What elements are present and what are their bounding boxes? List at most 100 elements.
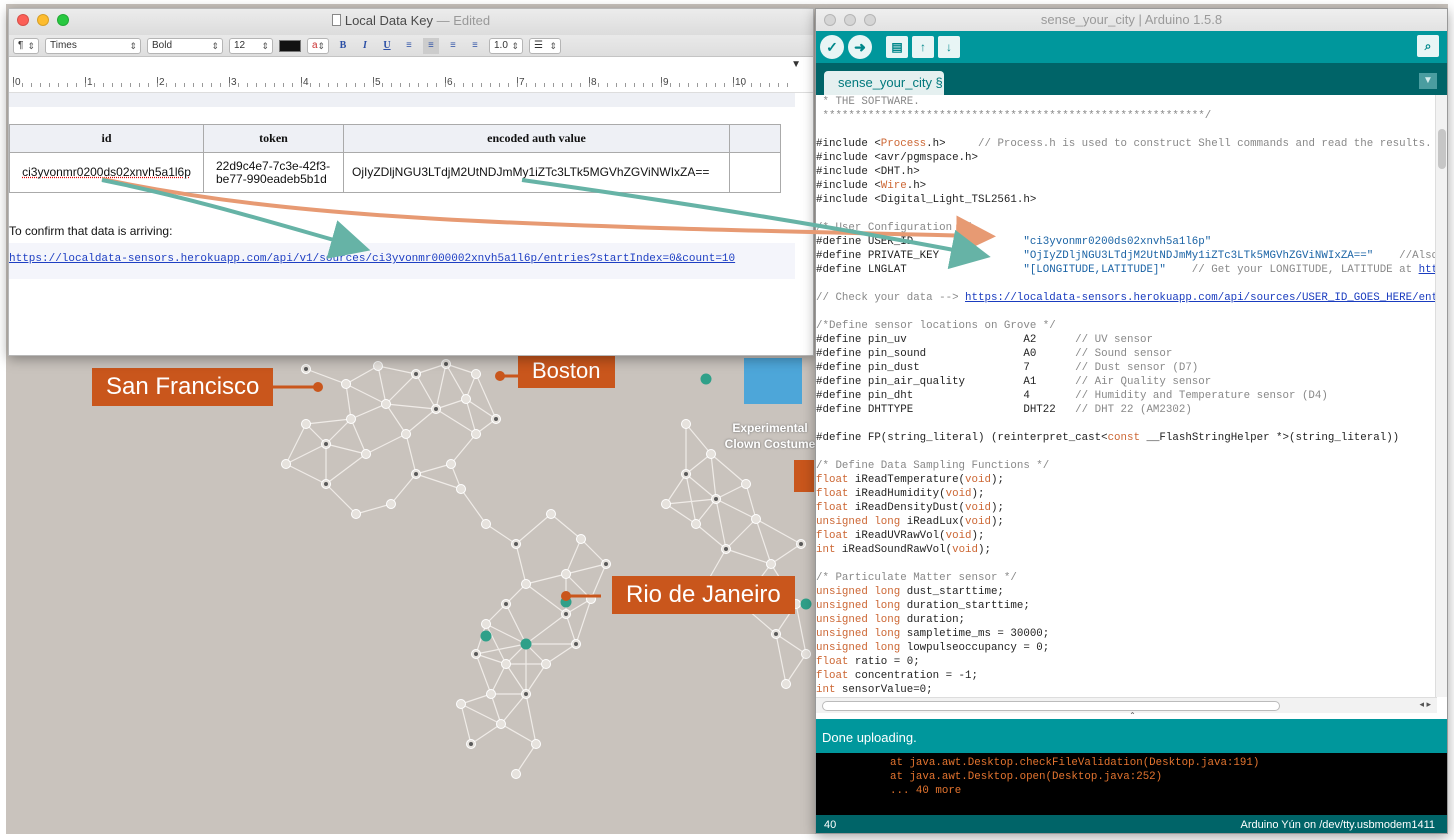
font-style-select[interactable]: Bold [147,37,223,54]
ruler-minor-tick [463,83,464,87]
arduino-toolbar: ✓ ➜ ▤ ↑ ↓ ⌕ [816,31,1447,63]
minimize-button[interactable] [844,14,856,26]
scroll-arrows-icon[interactable]: ◂ ▸ [1419,699,1431,710]
verify-icon[interactable]: ✓ [820,35,844,59]
status-bar: Done uploading. [816,719,1447,753]
vertical-scroll-thumb[interactable] [1438,129,1446,169]
font-size-select[interactable]: 12 [229,37,273,54]
code-line: #define LNGLAT "[LONGITUDE,LATITUDE]" //… [816,263,1436,277]
close-button[interactable] [17,14,29,26]
map-link [285,443,327,465]
list-bullets-select[interactable]: ☰ [529,37,561,54]
ruler-minor-tick [706,83,707,87]
code-line: float ratio = 0; [816,655,1436,669]
ruler-minor-tick [301,83,302,87]
code-token: #include < [816,180,881,192]
map-link [485,523,517,545]
code-token: ); [990,474,1004,486]
ruler-minor-tick [607,83,608,87]
code-line: unsigned long duration; [816,613,1436,627]
map-node-core [469,742,473,746]
ruler-number: 3 [231,77,237,88]
italic-button[interactable]: I [357,38,373,54]
horizontal-scroll-thumb[interactable] [822,701,1280,711]
ruler-minor-tick [733,83,734,87]
footer-bar: 40 Arduino Yún on /dev/tty.usbmodem1411 [816,815,1447,833]
confirm-text: To confirm that data is arriving: [9,224,173,238]
textedit-title: Local Data Key [344,13,434,28]
code-token: * THE SOFTWARE. [816,96,920,108]
cell-empty[interactable] [729,152,781,193]
line-spacing-select[interactable]: 1.0 [489,37,523,54]
code-line: /* Particulate Matter sensor */ [816,571,1436,585]
tab-menu-chevron-icon[interactable]: ▼ [1419,73,1437,89]
editor-horizontal-scrollbar[interactable]: ◂ ▸ [816,697,1437,713]
ruler-minor-tick [238,83,239,87]
cell-token[interactable]: 22d9c4e7-7c3e-42f3-be77-990eadeb5b1d [203,152,344,193]
save-icon[interactable]: ↓ [938,36,960,58]
map-node-core [564,612,568,616]
ruler-minor-tick [580,83,581,87]
serial-monitor-icon[interactable]: ⌕ [1417,35,1439,57]
code-token: // Process.h is used to construct Shell … [978,138,1432,150]
map-link [325,453,367,485]
code-token: sensorValue=0; [835,684,933,696]
map-node [446,459,456,469]
map-link [770,543,802,565]
new-icon[interactable]: ▤ [886,36,908,58]
paragraph-style-select[interactable]: ¶ [13,37,39,54]
map-node [346,414,356,424]
cell-encoded-auth[interactable]: OjIyZDljNGU3LTdjM2UtNDJmMy1iZTc3LTk5MGVh… [343,152,730,193]
tab-sense-your-city[interactable]: sense_your_city § [824,71,944,95]
code-line: unsigned long lowpulseoccupancy = 0; [816,641,1436,655]
map-link [485,623,527,645]
map-node [301,419,311,429]
ruler-minor-tick [229,83,230,87]
code-line: /* User Configuration */ [816,221,1436,235]
textedit-titlebar[interactable]: Local Data Key — Edited [9,9,813,35]
confirm-link[interactable]: https://localdata-sensors.herokuapp.com/… [9,253,735,265]
cell-id[interactable]: ci3yvonmr0200ds02xnvh5a1l6p [9,152,204,193]
map-link [685,423,712,455]
map-node-core [714,497,718,501]
header-token: token [203,124,344,153]
background-color-well[interactable]: a [307,37,329,54]
map-node [511,769,521,779]
map-node [691,519,701,529]
minimize-button[interactable] [37,14,49,26]
font-family-select[interactable]: Times [45,37,141,54]
align-right-icon[interactable]: ≡ [445,38,461,54]
ruler[interactable]: 0 1 2 3 4 5 6 7 8 9 10 ▼ [9,57,813,93]
underline-button[interactable]: U [379,38,395,54]
ruler-minor-tick [436,83,437,87]
align-center-icon[interactable]: ≡ [423,37,439,54]
justify-icon[interactable]: ≡ [467,38,483,54]
bold-button[interactable]: B [335,38,351,54]
open-icon[interactable]: ↑ [912,36,934,58]
textedit-status: — Edited [436,13,491,28]
map-link [710,453,747,485]
code-token: float [816,656,849,668]
ruler-number: 10 [735,77,747,88]
align-left-icon[interactable]: ≡ [401,38,417,54]
code-token: unsigned long [816,628,901,640]
code-line: #include <avr/pgmspace.h> [816,151,1436,165]
close-button[interactable] [824,14,836,26]
map-node [471,369,481,379]
zoom-button[interactable] [57,14,69,26]
document-body[interactable]: id token encoded auth value ci3yvonmr020… [9,93,813,355]
code-line: #define pin_dust 7 // Dust sensor (D7) [816,361,1436,375]
code-token: float [816,502,849,514]
code-editor[interactable]: * THE SOFTWARE. ************************… [816,95,1436,697]
map-link [365,433,407,455]
editor-vertical-scrollbar[interactable] [1435,95,1447,697]
tab-stop-marker[interactable]: ▼ [791,59,801,70]
code-token: #include <avr/pgmspace.h> [816,152,978,164]
text-color-well[interactable] [279,39,301,52]
code-token: // DHT 22 (AM2302) [1075,404,1192,416]
map-link [665,503,697,525]
map-node-highlight [520,638,532,650]
upload-icon[interactable]: ➜ [848,35,872,59]
zoom-button[interactable] [864,14,876,26]
arduino-titlebar[interactable]: sense_your_city | Arduino 1.5.8 [816,9,1447,31]
